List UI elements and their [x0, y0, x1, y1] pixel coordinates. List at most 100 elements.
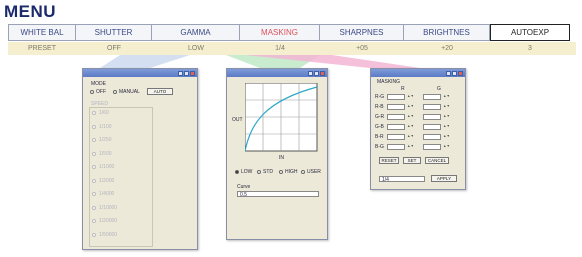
spin-arrows-icon[interactable]: ▲▼: [443, 144, 450, 148]
value-row: PRESET OFF LOW 1/4 +05 +20 3: [8, 42, 576, 55]
spin-arrows-icon[interactable]: ▲▼: [407, 114, 414, 118]
masking-col-left: R: [401, 86, 405, 92]
radio-off[interactable]: [90, 90, 94, 94]
speed-radio[interactable]: [92, 205, 96, 210]
masking-footer-value: 1/4: [382, 177, 389, 183]
minimize-icon[interactable]: [308, 70, 313, 76]
value-sharpnes: +05: [356, 45, 368, 52]
tab-autoexp[interactable]: AUTOEXP: [490, 24, 570, 41]
tab-sharpnes[interactable]: SHARPNES: [320, 24, 404, 41]
spin-arrows-icon[interactable]: ▲▼: [443, 134, 450, 138]
speed-option-label: 1/1000: [99, 164, 115, 170]
speed-radio[interactable]: [92, 178, 96, 183]
tab-shutter[interactable]: SHUTTER: [76, 24, 152, 41]
spin-arrows-icon[interactable]: ▲▼: [407, 124, 414, 128]
gamma-preset-radio[interactable]: [257, 170, 261, 174]
minimize-icon[interactable]: [178, 70, 183, 76]
maximize-icon[interactable]: [452, 70, 457, 76]
masking-right-input[interactable]: [423, 114, 441, 120]
gamma-preset-label: STD: [263, 169, 273, 175]
spin-arrows-icon[interactable]: ▲▼: [443, 104, 450, 108]
masking-left-input[interactable]: [387, 94, 405, 100]
speed-radio[interactable]: [92, 138, 96, 142]
speed-option-label: 1/60: [99, 110, 109, 116]
masking-row-label: G-R: [375, 114, 385, 120]
gamma-dialog-titlebar[interactable]: [227, 69, 327, 77]
masking-right-input[interactable]: [423, 104, 441, 110]
spin-arrows-icon[interactable]: ▲▼: [443, 114, 450, 118]
close-icon[interactable]: [458, 70, 463, 76]
speed-option-label: 1/20000: [99, 218, 118, 224]
spin-arrows-icon[interactable]: ▲▼: [407, 94, 414, 98]
masking-footer-input[interactable]: 1/4: [379, 176, 425, 183]
gamma-preset-radio[interactable]: [279, 170, 283, 174]
value-masking: 1/4: [275, 45, 285, 52]
speed-radio[interactable]: [92, 151, 96, 156]
value-gamma: LOW: [188, 45, 204, 52]
gamma-preset-radio[interactable]: [301, 170, 305, 174]
close-icon[interactable]: [190, 70, 195, 76]
speed-option-label: 1/50000: [99, 231, 118, 238]
gamma-dialog: OUT IN Curve 0.5 LOW STD HIGH USER: [226, 68, 328, 240]
masking-right-input[interactable]: [423, 144, 441, 150]
gamma-curve-graph[interactable]: [245, 83, 319, 153]
tab-masking[interactable]: MASKING: [240, 24, 320, 41]
masking-dialog: MASKING R G RESET SET CANCEL 1/4 APPLY R…: [370, 68, 466, 190]
radio-manual[interactable]: [113, 90, 117, 94]
spin-arrows-icon[interactable]: ▲▼: [407, 134, 414, 138]
speed-radio[interactable]: [92, 111, 96, 115]
minimize-icon[interactable]: [446, 70, 451, 76]
speed-radio[interactable]: [92, 192, 96, 196]
set-button[interactable]: SET: [403, 157, 421, 164]
speed-option-label: 1/500: [99, 150, 112, 157]
curve-input[interactable]: 0.5: [237, 191, 319, 198]
masking-right-input[interactable]: [423, 134, 441, 140]
masking-left-input[interactable]: [387, 114, 405, 120]
speed-option-label: 1/10000: [99, 204, 118, 211]
spin-arrows-icon[interactable]: ▲▼: [443, 94, 450, 98]
speed-option-label: 1/4000: [99, 191, 115, 197]
masking-row-label: R-B: [375, 104, 384, 110]
radio-off-label: OFF: [96, 89, 106, 95]
tab-gamma[interactable]: GAMMA: [152, 24, 240, 41]
tab-white-bal[interactable]: WHITE BAL: [8, 24, 76, 41]
masking-dialog-titlebar[interactable]: [371, 69, 465, 77]
masking-col-right: G: [437, 86, 441, 92]
value-shutter: OFF: [107, 45, 121, 52]
radio-manual-label: MANUAL: [119, 89, 140, 95]
gamma-y-axis-label: OUT: [232, 117, 243, 123]
shutter-mode-label: MODE: [91, 81, 106, 87]
maximize-icon[interactable]: [184, 70, 189, 76]
reset-button[interactable]: RESET: [379, 157, 399, 164]
maximize-icon[interactable]: [314, 70, 319, 76]
masking-row-label: B-R: [375, 134, 384, 140]
masking-left-input[interactable]: [387, 134, 405, 140]
masking-right-input[interactable]: [423, 124, 441, 130]
gamma-preset-label: LOW: [241, 169, 253, 175]
spin-arrows-icon[interactable]: ▲▼: [407, 104, 414, 108]
speed-radio[interactable]: [92, 219, 96, 223]
curve-label: Curve: [237, 184, 251, 190]
masking-left-input[interactable]: [387, 144, 405, 150]
masking-row-label: R-G: [375, 94, 385, 100]
spin-arrows-icon[interactable]: ▲▼: [407, 144, 414, 148]
masking-row-label: G-B: [375, 124, 384, 130]
tab-brightnes[interactable]: BRIGHTNES: [404, 24, 490, 41]
shutter-wedge: [100, 55, 190, 68]
shutter-dialog-titlebar[interactable]: [83, 69, 197, 77]
speed-radio[interactable]: [92, 165, 96, 169]
shutter-dialog: MODE OFF MANUAL AUTO SPEED 1/60 1/100 1/25…: [82, 68, 198, 250]
gamma-x-axis-label: IN: [279, 155, 284, 161]
masking-left-input[interactable]: [387, 104, 405, 110]
cancel-button[interactable]: CANCEL: [425, 157, 449, 164]
apply-button[interactable]: APPLY: [431, 175, 457, 182]
close-icon[interactable]: [320, 70, 325, 76]
spin-arrows-icon[interactable]: ▲▼: [443, 124, 450, 128]
auto-button[interactable]: AUTO: [147, 88, 173, 95]
value-white-bal: PRESET: [27, 45, 56, 52]
speed-radio[interactable]: [92, 232, 96, 237]
masking-left-input[interactable]: [387, 124, 405, 130]
speed-radio[interactable]: [92, 124, 96, 129]
masking-right-input[interactable]: [423, 94, 441, 100]
gamma-preset-radio[interactable]: [235, 170, 239, 174]
